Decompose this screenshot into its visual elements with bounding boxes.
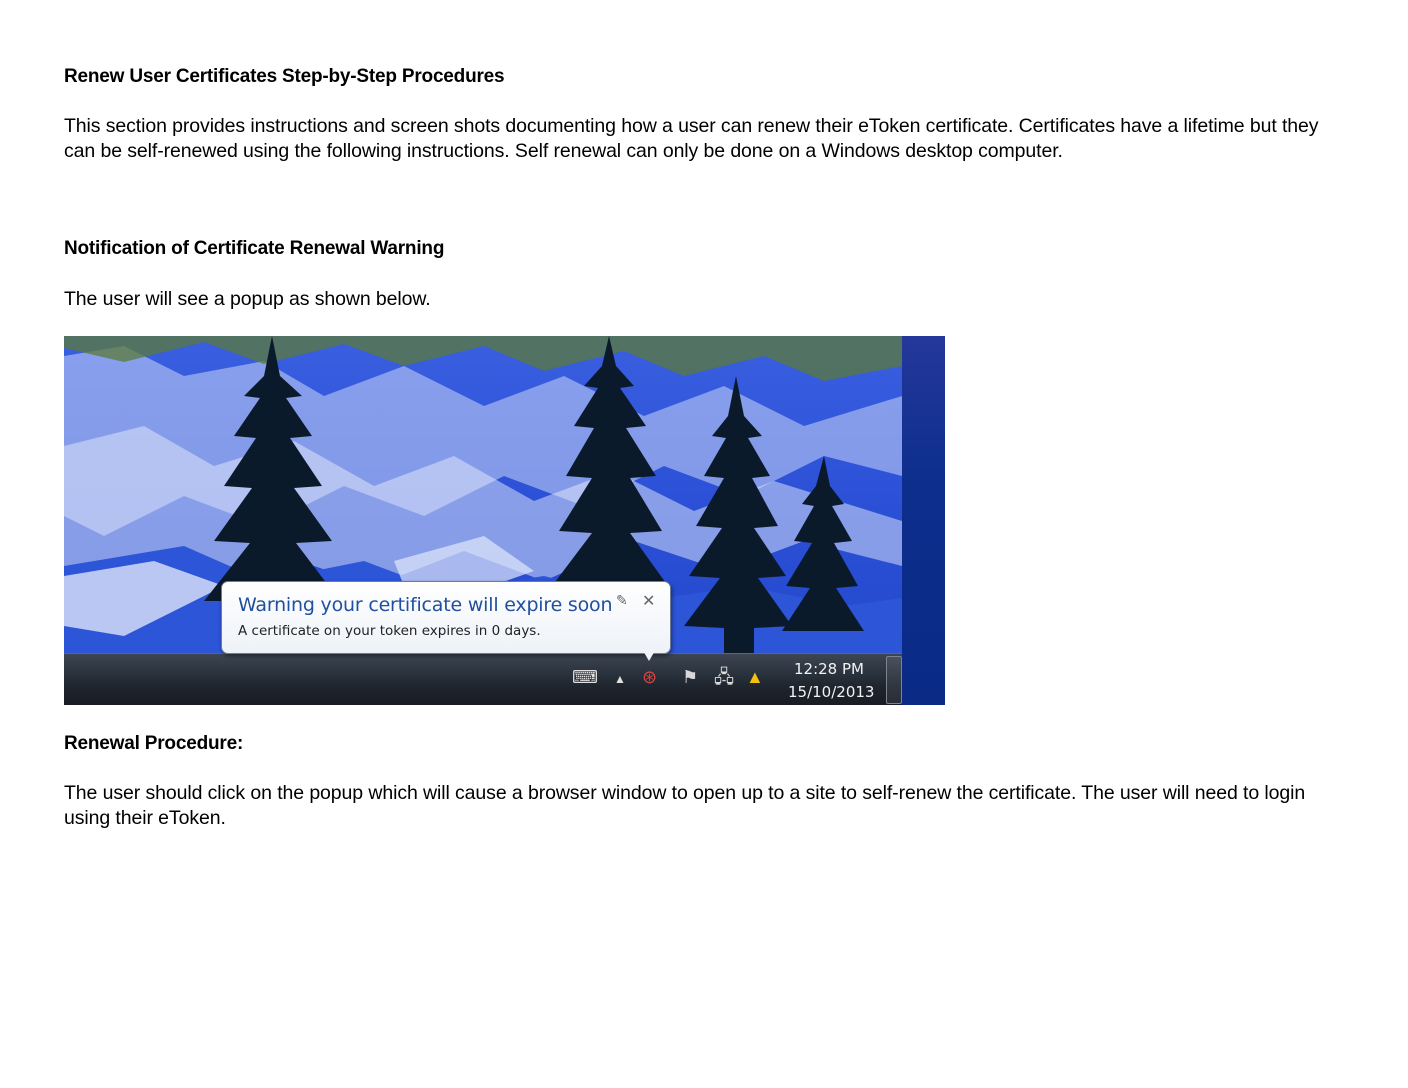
show-desktop-button[interactable] <box>886 656 902 704</box>
section-heading-renewal: Renewal Procedure: <box>64 733 244 754</box>
popup-title: Warning your certificate will expire soo… <box>238 594 613 616</box>
popup-message: A certificate on your token expires in 0… <box>238 623 541 639</box>
clock-time[interactable]: 12:28 PM <box>794 660 864 678</box>
popup-pointer <box>642 649 656 661</box>
renewal-paragraph: The user should click on the popup which… <box>64 782 1306 829</box>
clock-date[interactable]: 15/10/2013 <box>788 683 874 701</box>
action-center-flag-icon[interactable]: ⚑ <box>682 668 698 686</box>
section-heading-notification: Notification of Certificate Renewal Warn… <box>64 238 445 259</box>
wrench-icon[interactable]: ✎ <box>616 592 628 609</box>
etoken-icon[interactable]: ⊛ <box>642 668 657 686</box>
show-hidden-icons-arrow-icon[interactable]: ▲ <box>614 673 626 685</box>
certificate-warning-popup[interactable]: Warning your certificate will expire soo… <box>221 581 671 654</box>
windows-taskbar: ⌨ ▲ ⊛ ⚑ 🖧 ▲ 12:28 PM 15/10/2013 <box>64 653 902 705</box>
popup-intro-text: The user will see a popup as shown below… <box>64 288 431 310</box>
keyboard-icon[interactable]: ⌨ <box>572 668 598 686</box>
notification-screenshot: ⌨ ▲ ⊛ ⚑ 🖧 ▲ 12:28 PM 15/10/2013 Warning … <box>64 336 945 705</box>
google-drive-icon[interactable]: ▲ <box>746 668 764 686</box>
network-icon[interactable]: 🖧 <box>714 668 734 686</box>
close-icon[interactable]: ✕ <box>642 591 655 610</box>
page-title: Renew User Certificates Step-by-Step Pro… <box>64 66 505 87</box>
adjacent-window-edge <box>902 336 945 705</box>
intro-paragraph: This section provides instructions and s… <box>64 115 1319 162</box>
